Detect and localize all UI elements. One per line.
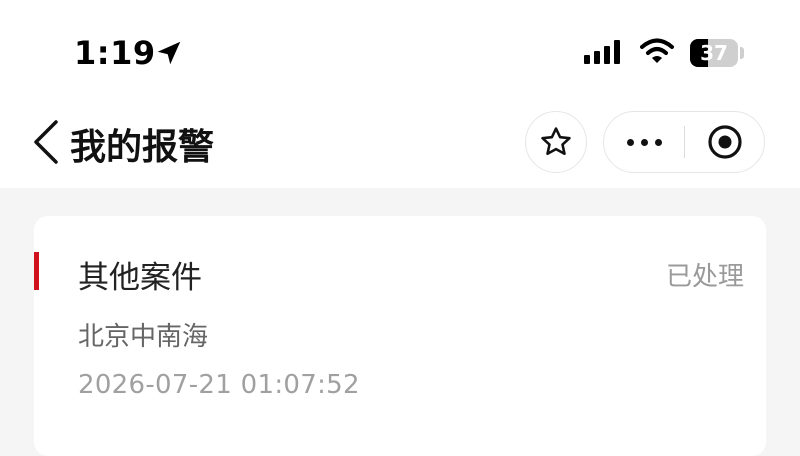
- close-miniapp-button[interactable]: [685, 112, 765, 172]
- report-datetime: 2026-07-21 01:07:52: [78, 370, 360, 400]
- chevron-left-icon: [34, 120, 58, 164]
- battery-nub: [740, 47, 744, 59]
- target-circle-icon: [708, 125, 742, 159]
- star-outline-icon: [541, 127, 571, 156]
- back-button[interactable]: [28, 120, 62, 164]
- report-location: 北京中南海: [78, 322, 209, 352]
- report-category: 其他案件: [78, 260, 202, 296]
- battery-indicator: 37: [690, 39, 738, 67]
- cellular-signal-icon: [584, 40, 620, 64]
- battery-percent: 37: [700, 41, 728, 65]
- more-button[interactable]: [604, 112, 684, 172]
- favorite-button[interactable]: [525, 111, 587, 173]
- report-card[interactable]: 其他案件 已处理 北京中南海 2026-07-21 01:07:52: [34, 216, 766, 456]
- wifi-icon: [640, 38, 674, 63]
- status-badge: 已处理: [665, 262, 744, 292]
- location-arrow-icon: [157, 41, 181, 65]
- accent-bar: [34, 252, 39, 290]
- miniapp-capsule: [603, 111, 765, 173]
- ellipsis-icon: [626, 138, 634, 146]
- page-title: 我的报警: [70, 127, 215, 168]
- status-time: 1:19: [74, 34, 156, 72]
- header-area: 1:19 37 我的报警: [0, 0, 800, 188]
